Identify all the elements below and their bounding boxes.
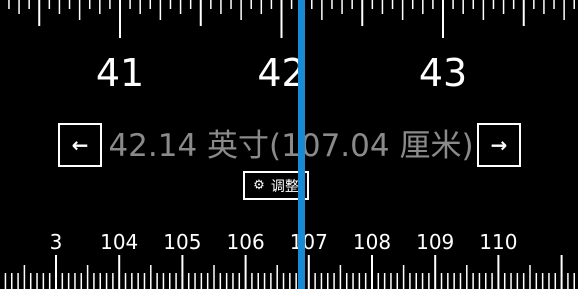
cm-label: 106 [227,230,265,254]
cm-label: 107 [290,230,328,254]
previous-button[interactable]: ← [58,123,102,167]
cm-label: 105 [163,230,201,254]
inch-label: 43 [419,51,467,95]
cm-label: 104 [100,230,138,254]
measurement-reading: 42.14 英寸(107.04 厘米) [108,128,474,164]
cm-label: 108 [353,230,391,254]
gear-icon: ⚙ [253,178,265,193]
cm-label: 110 [479,230,517,254]
next-button[interactable]: → [477,123,521,167]
cm-label: 109 [416,230,454,254]
measurement-pointer[interactable] [298,0,305,289]
adjust-label: 调整 [270,178,299,195]
cm-label: 3 [50,230,63,254]
arrow-left-icon: ← [71,133,89,157]
inch-label: 41 [96,51,144,95]
arrow-right-icon: → [490,133,508,157]
